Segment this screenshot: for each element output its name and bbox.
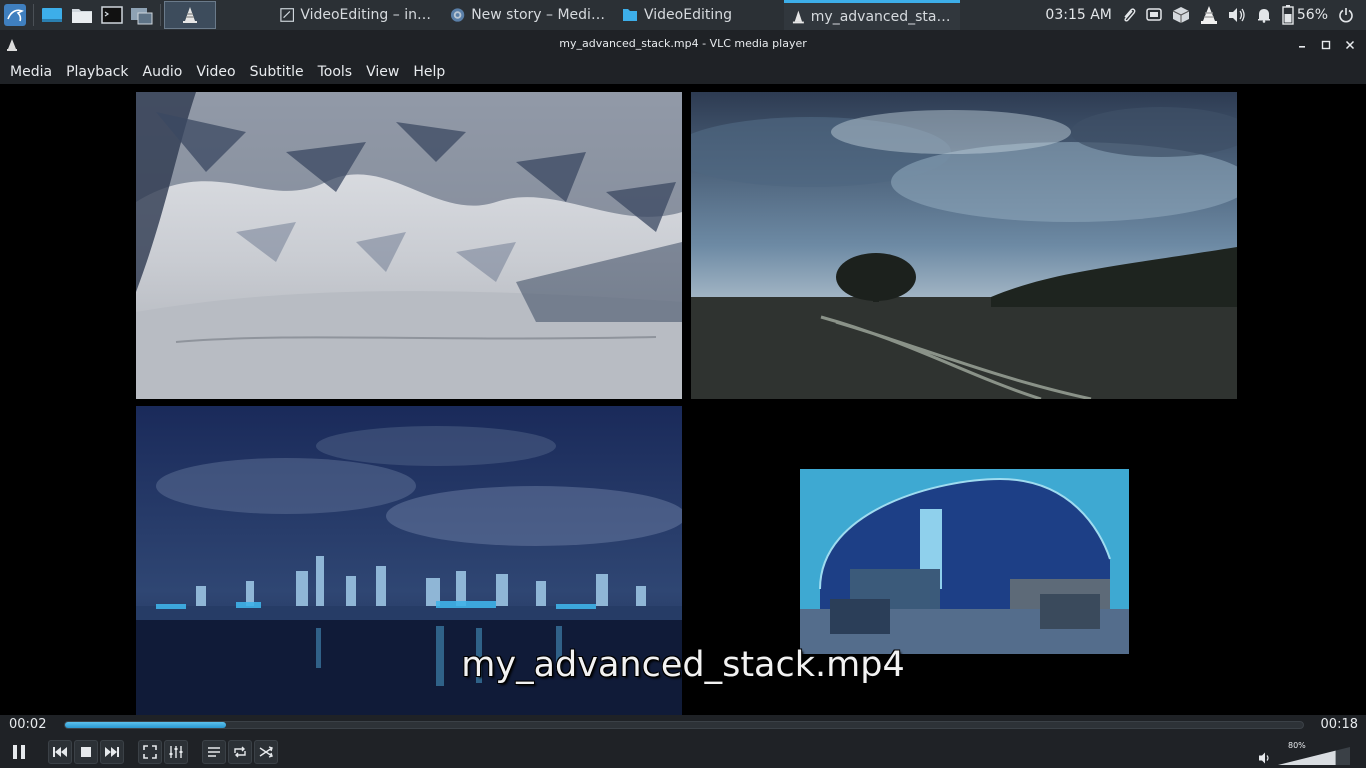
pause-button[interactable] bbox=[6, 740, 32, 764]
close-icon[interactable] bbox=[1340, 35, 1360, 55]
menu-media[interactable]: Media bbox=[3, 64, 59, 80]
playback-controls: 80% bbox=[0, 737, 1366, 768]
loop-icon bbox=[234, 746, 246, 758]
kali-menu-icon[interactable] bbox=[0, 0, 30, 30]
fullscreen-icon bbox=[143, 745, 157, 759]
menu-audio[interactable]: Audio bbox=[136, 64, 190, 80]
seek-slider[interactable] bbox=[64, 721, 1304, 729]
menu-help[interactable]: Help bbox=[406, 64, 452, 80]
task-new-story[interactable]: New story – Mediu... bbox=[442, 0, 614, 30]
vlc-cone-icon bbox=[792, 10, 804, 23]
previous-button[interactable] bbox=[48, 740, 72, 764]
task-my-advanced-stack[interactable]: my_advanced_stack... bbox=[784, 0, 960, 30]
task-label: my_advanced_stack... bbox=[810, 8, 952, 25]
volume-slider[interactable] bbox=[1278, 747, 1350, 765]
video-canvas[interactable]: my_advanced_stack.mp4 bbox=[0, 84, 1366, 715]
volume-control[interactable]: 80% bbox=[1258, 741, 1358, 765]
show-desktop-icon[interactable] bbox=[37, 0, 67, 30]
next-icon bbox=[105, 747, 119, 757]
window-controls bbox=[1292, 35, 1360, 55]
menu-playback[interactable]: Playback bbox=[59, 64, 135, 80]
seek-row: 00:02 00:18 bbox=[0, 715, 1366, 737]
task-videoediting-folder[interactable]: VideoEditing bbox=[614, 0, 784, 30]
previous-icon bbox=[53, 747, 67, 757]
seek-progress bbox=[65, 722, 226, 728]
paperclip-icon[interactable] bbox=[1117, 0, 1141, 30]
field-tree-video bbox=[691, 92, 1237, 399]
taskbar: VideoEditing – intro... New story – Medi… bbox=[0, 0, 1366, 30]
folder-icon bbox=[623, 9, 637, 21]
loop-button[interactable] bbox=[228, 740, 252, 764]
system-tray: 03:15 AM 56% bbox=[1040, 0, 1366, 30]
menu-tools[interactable]: Tools bbox=[311, 64, 360, 80]
terminal-icon[interactable] bbox=[97, 0, 127, 30]
clock[interactable]: 03:15 AM bbox=[1040, 0, 1116, 30]
window-titlebar[interactable]: my_advanced_stack.mp4 - VLC media player bbox=[0, 30, 1366, 60]
volume-icon[interactable] bbox=[1223, 0, 1251, 30]
maximize-icon[interactable] bbox=[1316, 35, 1336, 55]
stop-icon bbox=[81, 747, 91, 757]
playlist-button[interactable] bbox=[202, 740, 226, 764]
screenshot-icon[interactable] bbox=[127, 0, 157, 30]
vlc-cone-icon bbox=[183, 7, 197, 23]
equalizer-icon bbox=[169, 746, 183, 758]
elapsed-time[interactable]: 00:02 bbox=[9, 717, 46, 732]
underwater-dome-video bbox=[800, 469, 1129, 654]
task-label: New story – Mediu... bbox=[471, 7, 606, 23]
menu-video[interactable]: Video bbox=[189, 64, 242, 80]
shuffle-icon bbox=[259, 746, 273, 758]
editor-window-icon bbox=[280, 8, 295, 22]
extended-settings-button[interactable] bbox=[164, 740, 188, 764]
next-button[interactable] bbox=[100, 740, 124, 764]
taskbar-separator bbox=[33, 4, 34, 26]
clock-text: 03:15 AM bbox=[1045, 7, 1112, 23]
shuffle-button[interactable] bbox=[254, 740, 278, 764]
battery-percent: 56% bbox=[1296, 7, 1328, 23]
window-icon[interactable] bbox=[1141, 0, 1167, 30]
stop-button[interactable] bbox=[74, 740, 98, 764]
osd-filename: my_advanced_stack.mp4 bbox=[461, 645, 905, 685]
power-icon[interactable] bbox=[1333, 0, 1366, 30]
menu-view[interactable]: View bbox=[359, 64, 406, 80]
task-vlc-main[interactable] bbox=[164, 1, 216, 29]
taskbar-separator bbox=[160, 4, 161, 26]
pause-icon bbox=[13, 745, 25, 759]
menu-subtitle[interactable]: Subtitle bbox=[243, 64, 311, 80]
battery-icon[interactable]: 56% bbox=[1277, 0, 1333, 30]
task-label: VideoEditing bbox=[644, 7, 732, 23]
file-manager-icon[interactable] bbox=[67, 0, 97, 30]
total-time[interactable]: 00:18 bbox=[1321, 717, 1358, 732]
menu-bar: Media Playback Audio Video Subtitle Tool… bbox=[0, 60, 1366, 84]
browser-globe-icon bbox=[450, 8, 465, 22]
window-title: my_advanced_stack.mp4 - VLC media player bbox=[559, 37, 807, 50]
package-icon[interactable] bbox=[1167, 0, 1195, 30]
vlc-tray-icon[interactable] bbox=[1195, 0, 1223, 30]
minimize-icon[interactable] bbox=[1292, 35, 1312, 55]
speaker-icon[interactable] bbox=[1258, 751, 1272, 765]
task-label: VideoEditing – intro... bbox=[300, 7, 434, 23]
fullscreen-button[interactable] bbox=[138, 740, 162, 764]
snow-slope-video bbox=[136, 92, 682, 399]
notifications-bell-icon[interactable] bbox=[1251, 0, 1277, 30]
task-videoediting-intro[interactable]: VideoEditing – intro... bbox=[272, 0, 442, 30]
playlist-icon bbox=[208, 747, 220, 757]
